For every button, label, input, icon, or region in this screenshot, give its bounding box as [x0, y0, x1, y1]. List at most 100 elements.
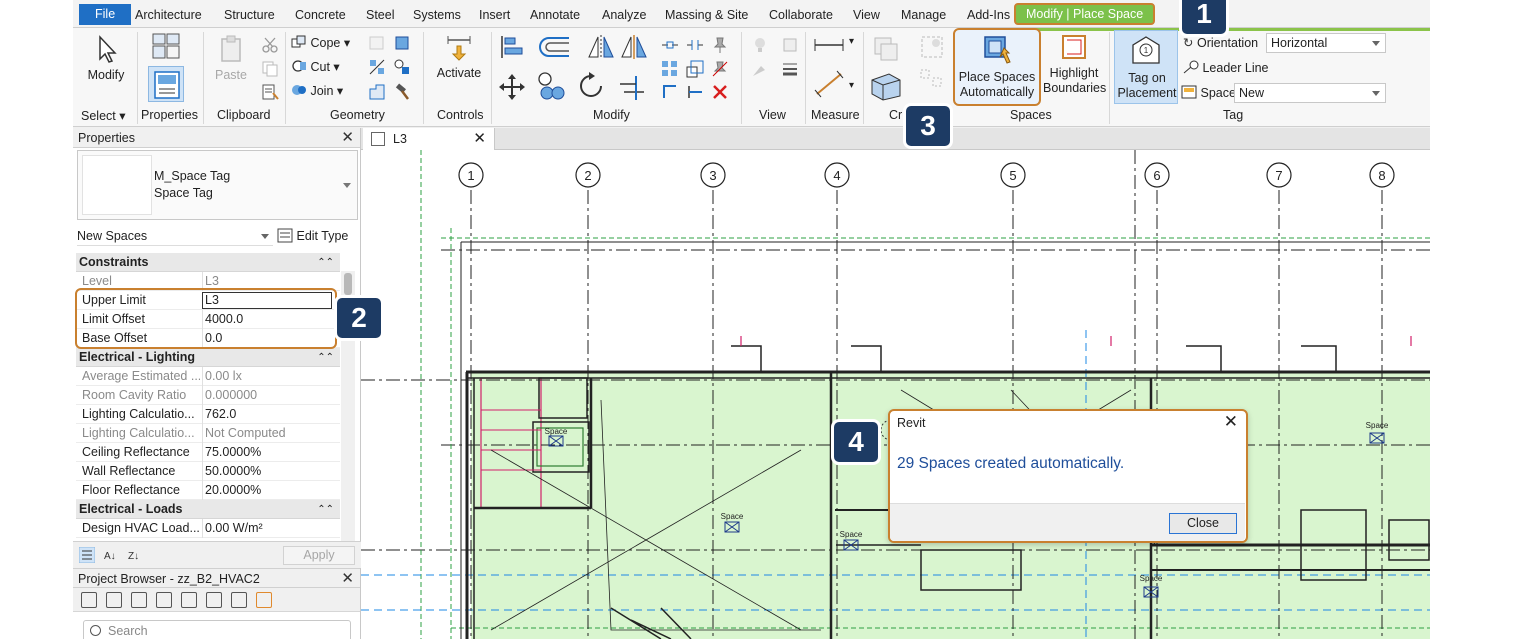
place-spaces-automatically-button[interactable]: Place Spaces Automatically: [953, 28, 1041, 106]
tab-architecture[interactable]: Architecture: [135, 5, 202, 25]
group-icon[interactable]: [231, 592, 247, 608]
offset-icon[interactable]: [535, 34, 575, 60]
home-icon[interactable]: [81, 592, 97, 608]
tag-on-placement-toggle[interactable]: 1 Tag on Placement: [1114, 30, 1178, 104]
tab-file[interactable]: File: [79, 4, 132, 25]
tab-insert[interactable]: Insert: [479, 5, 510, 25]
project-browser-search-input[interactable]: Search: [83, 620, 351, 639]
tab-collaborate[interactable]: Collaborate: [769, 5, 833, 25]
hide-element-icon[interactable]: [781, 36, 799, 54]
tab-massing-site[interactable]: Massing & Site: [665, 5, 748, 25]
tab-modify-place-space[interactable]: Modify | Place Space: [1014, 3, 1156, 25]
mirror-pick-axis-icon[interactable]: [586, 33, 616, 61]
edit-type-button[interactable]: Edit Type: [277, 226, 348, 246]
highlight-boundaries-button[interactable]: Highlight Boundaries: [1043, 32, 1106, 96]
create-parts-icon[interactable]: [869, 70, 903, 102]
cut-button[interactable]: Cut ▾: [291, 59, 340, 74]
sort-ascending-icon[interactable]: A↓: [103, 547, 119, 563]
mirror-draw-axis-icon[interactable]: [619, 33, 649, 61]
sort-descending-icon[interactable]: Z↓: [127, 547, 143, 563]
base-offset-input[interactable]: 0.0: [202, 329, 332, 348]
prop-value-input[interactable]: 75.0000%: [202, 443, 332, 462]
schedule-icon[interactable]: [156, 592, 172, 608]
prop-value-input[interactable]: 50.0000%: [202, 462, 332, 481]
scroll-thumb[interactable]: [344, 273, 352, 295]
create-group-icon[interactable]: [919, 34, 945, 60]
light-bulb-icon[interactable]: [751, 36, 769, 54]
tab-view[interactable]: View: [853, 5, 880, 25]
override-graphics-icon[interactable]: [751, 60, 769, 78]
close-icon[interactable]: ✕: [341, 128, 354, 148]
tab-concrete[interactable]: Concrete: [295, 5, 346, 25]
orientation-select[interactable]: Horizontal: [1266, 33, 1386, 53]
properties-button[interactable]: [148, 66, 184, 102]
measure-distance-icon[interactable]: [813, 36, 845, 54]
sheet-icon[interactable]: [131, 592, 147, 608]
group-electrical-lighting[interactable]: Electrical - Lighting ⌃⌃: [76, 348, 340, 367]
pin-icon[interactable]: [711, 36, 729, 54]
leader-line-checkbox[interactable]: Leader Line: [1183, 60, 1269, 75]
link-icon[interactable]: [256, 592, 272, 608]
copy-icon[interactable]: [261, 60, 279, 78]
tab-add-ins[interactable]: Add-Ins: [967, 5, 1010, 25]
wall-joins-icon[interactable]: [368, 34, 386, 52]
copy-elements-icon[interactable]: [536, 70, 568, 102]
tab-steel[interactable]: Steel: [366, 5, 395, 25]
space-select[interactable]: New: [1234, 83, 1386, 103]
dimension-dropdown-arrow[interactable]: ▾: [849, 80, 854, 91]
paint-icon[interactable]: [393, 58, 411, 76]
close-button[interactable]: Close: [1169, 513, 1237, 534]
match-type-icon[interactable]: [261, 83, 279, 101]
tab-annotate[interactable]: Annotate: [530, 5, 580, 25]
tab-systems[interactable]: Systems: [413, 5, 461, 25]
cope-button[interactable]: Cope ▾: [291, 35, 350, 50]
tab-analyze[interactable]: Analyze: [602, 5, 646, 25]
instance-filter-dropdown[interactable]: New Spaces: [77, 226, 273, 246]
group-electrical-loads[interactable]: Electrical - Loads ⌃⌃: [76, 500, 340, 519]
close-icon[interactable]: ✕: [473, 128, 486, 150]
join-button[interactable]: Join ▾: [291, 83, 343, 98]
trim-extend-icon[interactable]: [618, 70, 650, 102]
hammer-icon[interactable]: [393, 83, 411, 101]
move-icon[interactable]: [497, 72, 527, 102]
select-dropdown[interactable]: Select ▾: [81, 108, 126, 123]
modify-button[interactable]: Modify: [81, 34, 131, 83]
scissors-icon[interactable]: [261, 36, 279, 54]
tab-manage[interactable]: Manage: [901, 5, 946, 25]
paste-button[interactable]: Paste: [210, 34, 252, 83]
close-icon[interactable]: ✕: [1224, 412, 1238, 432]
group-constraints[interactable]: Constraints ⌃⌃: [76, 253, 340, 272]
create-assembly-icon[interactable]: [871, 34, 901, 64]
view-tab-l3[interactable]: L3 ✕: [363, 128, 495, 150]
limit-offset-input[interactable]: 4000.0: [202, 310, 332, 329]
activate-button[interactable]: Activate: [433, 32, 485, 81]
split-element-icon[interactable]: [661, 36, 679, 54]
rotate-icon[interactable]: [575, 70, 607, 102]
aligned-dimension-icon[interactable]: [813, 70, 845, 98]
tab-structure[interactable]: Structure: [224, 5, 275, 25]
trim-corner-icon[interactable]: [661, 83, 679, 101]
upper-limit-input[interactable]: L3: [202, 292, 332, 309]
categorize-icon[interactable]: [79, 547, 95, 563]
family-icon[interactable]: [206, 592, 222, 608]
unpin-icon[interactable]: [711, 60, 729, 78]
trim-single-icon[interactable]: [686, 83, 704, 101]
measure-dropdown-arrow[interactable]: ▾: [849, 36, 854, 47]
prop-value-input[interactable]: 762.0: [202, 405, 332, 424]
zoom-fit-icon[interactable]: [106, 592, 122, 608]
close-icon[interactable]: ✕: [341, 569, 354, 589]
split-face-icon[interactable]: [368, 58, 386, 76]
linework-icon[interactable]: [781, 60, 799, 78]
scale-icon[interactable]: [686, 60, 704, 78]
prop-value-input[interactable]: 20.0000%: [202, 481, 332, 500]
array-icon[interactable]: [661, 60, 679, 78]
cut-profile-icon[interactable]: [393, 34, 411, 52]
delete-icon[interactable]: [711, 83, 729, 101]
split-gap-icon[interactable]: [686, 36, 704, 54]
prop-value-input[interactable]: 0.00 W/m²: [202, 519, 332, 538]
drawing-canvas[interactable]: 1 2 3 4 5 6 7 8 Space Space Space Space …: [361, 150, 1430, 639]
type-selector[interactable]: M_Space Tag Space Tag: [77, 150, 358, 220]
apply-button[interactable]: Apply: [283, 546, 355, 565]
demolish-icon[interactable]: [368, 83, 386, 101]
legend-icon[interactable]: [181, 592, 197, 608]
